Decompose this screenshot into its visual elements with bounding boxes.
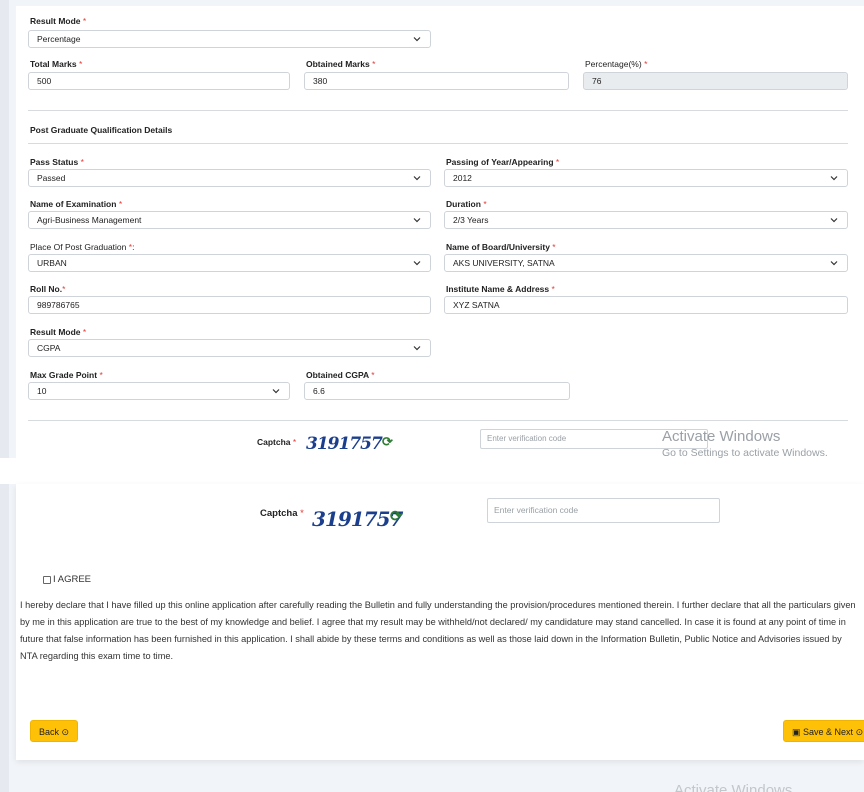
screenshot-gap <box>0 458 864 484</box>
institute-input[interactable]: XYZ SATNA <box>444 296 848 314</box>
watermark-title: Activate Windows <box>662 428 781 445</box>
pass-status-label: Pass Status * <box>30 157 84 167</box>
chevron-down-icon <box>413 218 421 223</box>
exam-name-label: Name of Examination * <box>30 199 123 209</box>
obtained-cgpa-input[interactable]: 6.6 <box>304 382 570 400</box>
result-mode-label: Result Mode * <box>30 16 87 26</box>
chevron-down-icon <box>830 261 838 266</box>
agree-checkbox[interactable] <box>43 576 51 584</box>
arrow-circle-icon: ⊙ <box>61 727 70 737</box>
refresh-icon-2[interactable]: ⟳ <box>390 507 403 525</box>
passing-year-label: Passing of Year/Appearing * <box>446 157 560 167</box>
declaration-text: I hereby declare that I have filled up t… <box>20 600 856 661</box>
max-grade-label: Max Grade Point * <box>30 370 103 380</box>
agree-label: I AGREE <box>53 574 92 585</box>
total-marks-input[interactable]: 500 <box>28 72 290 90</box>
arrow-circle-icon: ⊙ <box>855 727 864 737</box>
obtained-cgpa-label: Obtained CGPA * <box>306 370 375 380</box>
captcha-image-2: 3191757 <box>312 500 403 538</box>
passing-year-select[interactable]: 2012 <box>444 169 848 187</box>
refresh-icon[interactable]: ⟳ <box>382 434 393 450</box>
divider <box>28 110 848 111</box>
divider <box>28 143 848 144</box>
section-title: Post Graduate Qualification Details <box>30 125 173 135</box>
chevron-down-icon <box>413 176 421 181</box>
chevron-down-icon <box>413 261 421 266</box>
chevron-down-icon <box>830 176 838 181</box>
pass-status-select[interactable]: Passed <box>28 169 431 187</box>
max-grade-select[interactable]: 10 <box>28 382 290 400</box>
duration-label: Duration * <box>446 199 487 209</box>
exam-name-select[interactable]: Agri-Business Management <box>28 211 431 229</box>
chevron-down-icon <box>413 37 421 42</box>
roll-no-label: Roll No.* <box>30 284 66 294</box>
board-select[interactable]: AKS UNIVERSITY, SATNA <box>444 254 848 272</box>
result-mode-select[interactable]: Percentage <box>28 30 431 48</box>
captcha-label: Captcha * <box>257 437 297 447</box>
left-strip <box>0 0 9 792</box>
institute-label: Institute Name & Address * <box>446 284 555 294</box>
duration-select[interactable]: 2/3 Years <box>444 211 848 229</box>
obtained-marks-input[interactable]: 380 <box>304 72 569 90</box>
percentage-input: 76 <box>583 72 848 90</box>
back-button[interactable]: Back ⊙ <box>30 720 79 742</box>
save-next-button[interactable]: ▣ Save & Next ⊙ <box>783 720 864 742</box>
place-label: Place Of Post Graduation *: <box>30 242 135 252</box>
roll-no-input[interactable]: 989786765 <box>28 296 431 314</box>
place-select[interactable]: URBAN <box>28 254 431 272</box>
percentage-label: Percentage(%) * <box>585 59 648 69</box>
captcha-input-2[interactable]: Enter verification code <box>487 498 720 523</box>
divider <box>28 420 848 421</box>
pg-result-mode-select[interactable]: CGPA <box>28 339 431 357</box>
chevron-down-icon <box>830 218 838 223</box>
board-label: Name of Board/University * <box>446 242 556 252</box>
captcha-label-2: Captcha * <box>260 508 304 519</box>
watermark-bottom: Activate Windows <box>674 782 793 792</box>
chevron-down-icon <box>272 389 280 394</box>
watermark-subtitle: Go to Settings to activate Windows. <box>662 447 828 459</box>
save-icon: ▣ <box>792 727 801 737</box>
obtained-marks-label: Obtained Marks * <box>306 59 376 69</box>
chevron-down-icon <box>413 346 421 351</box>
total-marks-label: Total Marks * <box>30 59 83 69</box>
captcha-image: 3191757 <box>306 431 383 457</box>
pg-result-mode-label: Result Mode * <box>30 327 87 337</box>
